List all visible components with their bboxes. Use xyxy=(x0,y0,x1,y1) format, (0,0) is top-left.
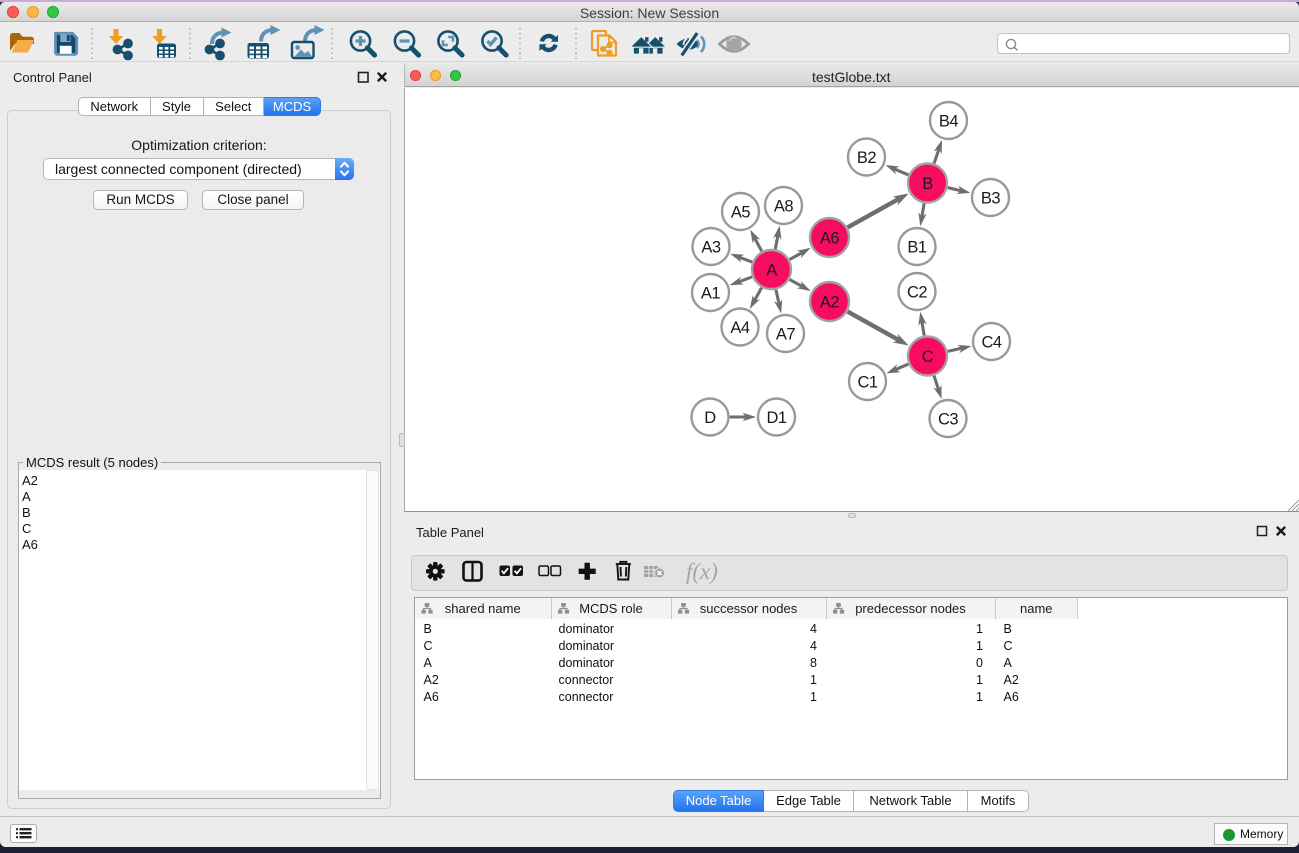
svg-text:B4: B4 xyxy=(939,112,959,130)
svg-text:A8: A8 xyxy=(774,197,794,215)
svg-text:A1: A1 xyxy=(701,284,721,302)
svg-text:B3: B3 xyxy=(981,189,1001,207)
svg-text:D: D xyxy=(704,409,716,427)
svg-text:B1: B1 xyxy=(907,238,927,256)
svg-text:B2: B2 xyxy=(857,149,877,167)
svg-text:A4: A4 xyxy=(730,319,750,337)
svg-text:A5: A5 xyxy=(731,203,751,221)
svg-text:D1: D1 xyxy=(766,409,786,427)
svg-text:A6: A6 xyxy=(820,229,840,247)
svg-text:C2: C2 xyxy=(907,283,927,301)
svg-text:B: B xyxy=(922,175,933,193)
svg-text:C4: C4 xyxy=(981,333,1001,351)
svg-text:A7: A7 xyxy=(776,325,796,343)
svg-text:A2: A2 xyxy=(820,293,840,311)
svg-text:C: C xyxy=(922,348,934,366)
svg-text:C3: C3 xyxy=(938,410,958,428)
svg-text:C1: C1 xyxy=(857,373,877,391)
svg-text:A3: A3 xyxy=(701,238,721,256)
svg-text:A: A xyxy=(766,261,777,279)
